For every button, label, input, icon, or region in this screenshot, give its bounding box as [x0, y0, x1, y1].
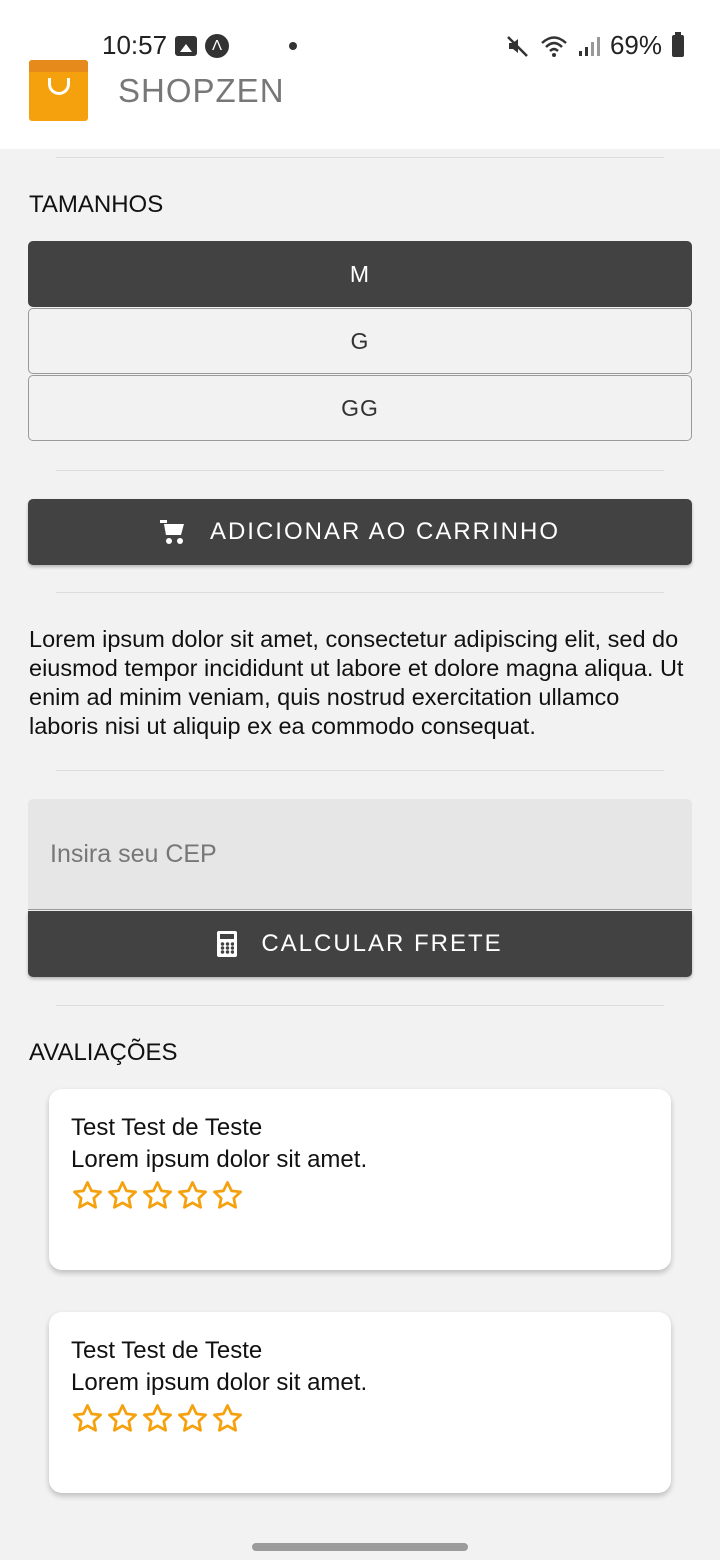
wifi-icon — [541, 35, 567, 57]
app-notification-icon: Λ — [205, 34, 229, 58]
mute-icon — [507, 35, 528, 57]
divider — [56, 1005, 664, 1006]
battery-icon — [672, 31, 684, 57]
more-notifications-dot-icon — [289, 42, 297, 50]
cep-input[interactable] — [28, 799, 692, 910]
review-card: Test Test de Teste Lorem ipsum dolor sit… — [49, 1312, 671, 1493]
star-outline-icon — [213, 1181, 242, 1209]
system-icons: 69% — [506, 30, 684, 61]
calculate-shipping-label: CALCULAR FRETE — [261, 930, 503, 957]
star-outline-icon — [73, 1181, 102, 1209]
divider — [56, 157, 664, 158]
add-to-cart-label: ADICIONAR AO CARRINHO — [209, 518, 561, 545]
divider — [56, 470, 664, 471]
size-option-g[interactable]: G — [28, 308, 692, 374]
brand-name: SHOPZEN — [118, 72, 285, 109]
size-option-m[interactable]: M — [28, 241, 692, 307]
star-rating — [71, 1179, 649, 1212]
review-author: Test Test de Teste — [71, 1337, 263, 1364]
star-outline-icon — [108, 1404, 137, 1432]
battery-percentage: 69% — [609, 30, 662, 60]
gallery-icon — [175, 36, 197, 56]
calculate-shipping-button[interactable]: CALCULAR FRETE — [28, 911, 692, 977]
add-to-cart-button[interactable]: ADICIONAR AO CARRINHO — [28, 499, 692, 565]
notification-icons: Λ — [175, 34, 297, 58]
divider — [56, 770, 664, 771]
star-outline-icon — [108, 1181, 137, 1209]
sizes-title: TAMANHOS — [29, 191, 164, 218]
divider — [56, 592, 664, 593]
star-outline-icon — [143, 1181, 172, 1209]
star-rating — [71, 1402, 649, 1435]
calculator-icon — [217, 931, 238, 957]
star-outline-icon — [143, 1404, 172, 1432]
review-card: Test Test de Teste Lorem ipsum dolor sit… — [49, 1089, 671, 1270]
star-outline-icon — [213, 1404, 242, 1432]
home-indicator[interactable] — [252, 1543, 468, 1551]
product-description: Lorem ipsum dolor sit amet, consectetur … — [29, 626, 684, 739]
cart-icon — [159, 520, 186, 544]
status-time: 10:57 — [102, 30, 168, 60]
reviews-title: AVALIAÇÕES — [29, 1039, 178, 1066]
shopping-bag-logo-icon — [29, 60, 88, 121]
app-header: 10:57 Λ 69% SHOPZEN — [0, 0, 720, 149]
signal-icon — [578, 36, 600, 56]
star-outline-icon — [178, 1181, 207, 1209]
review-text: Lorem ipsum dolor sit amet. — [71, 1369, 368, 1396]
status-bar: 10:57 Λ 69% — [0, 30, 720, 64]
size-option-gg[interactable]: GG — [28, 375, 692, 441]
star-outline-icon — [73, 1404, 102, 1432]
review-text: Lorem ipsum dolor sit amet. — [71, 1146, 368, 1173]
review-author: Test Test de Teste — [71, 1114, 263, 1141]
star-outline-icon — [178, 1404, 207, 1432]
